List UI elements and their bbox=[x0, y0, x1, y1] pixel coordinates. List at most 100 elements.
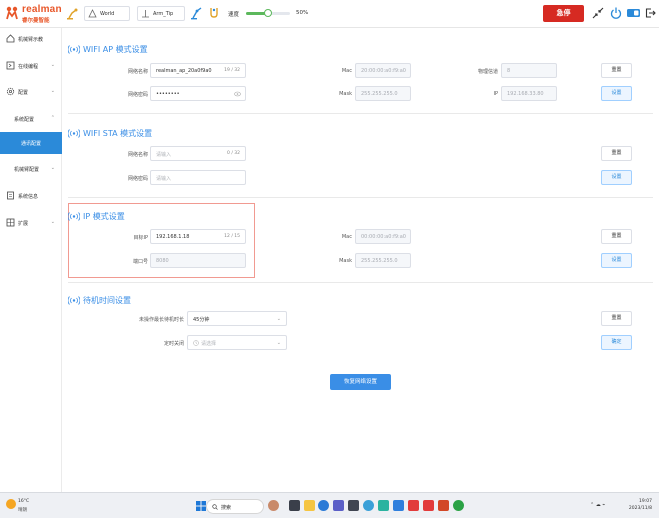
taskbar-clock[interactable]: 19:07 2023/11/8 bbox=[622, 498, 652, 512]
extension-icon bbox=[6, 218, 15, 227]
sta-password-input[interactable]: 请输入 bbox=[150, 170, 246, 185]
sidebar-item-communication-config[interactable]: 通讯配置 bbox=[0, 132, 62, 154]
timer-off-select[interactable]: 请选择 ⌄ bbox=[187, 335, 287, 350]
store-icon[interactable] bbox=[333, 500, 344, 511]
home-icon bbox=[6, 34, 15, 43]
power-icon[interactable] bbox=[609, 6, 623, 20]
ap-mask-field: 255.255.255.0 bbox=[355, 86, 411, 101]
sidebar-item-config[interactable]: 配置 ⌄ bbox=[0, 81, 62, 103]
app-icon[interactable] bbox=[393, 500, 404, 511]
app-icon[interactable] bbox=[378, 500, 389, 511]
gripper-icon[interactable] bbox=[207, 6, 221, 20]
logout-icon[interactable] bbox=[645, 6, 656, 20]
restore-network-settings-button[interactable]: 恢复网络设置 bbox=[330, 374, 391, 390]
ap-reset-button[interactable]: 重置 bbox=[601, 63, 632, 78]
sta-name-input[interactable]: 请输入 0 / 32 bbox=[150, 146, 246, 161]
sta-name-placeholder: 请输入 bbox=[156, 152, 172, 158]
browser-icon[interactable] bbox=[363, 500, 374, 511]
sidebar-item-teach[interactable]: 机械臂示教 bbox=[0, 28, 62, 50]
ip-set-button[interactable]: 设置 bbox=[601, 253, 632, 268]
ip-reset-button[interactable]: 重置 bbox=[601, 229, 632, 244]
target-ip-char-count: 12 / 15 bbox=[224, 234, 240, 239]
search-icon bbox=[212, 504, 218, 510]
sidebar-item-system-info[interactable]: 系统信息 bbox=[0, 185, 62, 207]
section-divider bbox=[68, 197, 653, 198]
wifi-sta-section-title: WIFI STA 模式设置 bbox=[68, 128, 152, 139]
system-tray-icons[interactable]: ⌃ ☁ ⌁ bbox=[590, 502, 605, 508]
eye-icon[interactable] bbox=[234, 91, 241, 97]
app-icon[interactable] bbox=[408, 500, 419, 511]
idle-duration-select[interactable]: 45分钟 ⌄ bbox=[187, 311, 287, 326]
logo-text: realman bbox=[22, 4, 62, 15]
tool-frame-icon bbox=[142, 10, 149, 18]
connection-toggle-icon[interactable] bbox=[626, 6, 641, 20]
task-view-icon[interactable] bbox=[289, 500, 300, 511]
ip-mode-section-title: IP 模式设置 bbox=[68, 211, 125, 222]
ap-mask-value: 255.255.255.0 bbox=[361, 91, 398, 97]
collapse-arrows-icon[interactable] bbox=[591, 6, 605, 20]
code-icon bbox=[6, 61, 15, 70]
ap-ip-field: 192.168.33.80 bbox=[501, 86, 557, 101]
chevron-down-icon: ⌄ bbox=[50, 62, 55, 68]
sidebar-item-label: 通讯配置 bbox=[21, 141, 42, 147]
file-explorer-icon[interactable] bbox=[304, 500, 315, 511]
chevron-down-icon: ⌄ bbox=[153, 11, 158, 17]
ap-password-input[interactable]: •••••••• bbox=[150, 86, 246, 101]
port-value: 8080 bbox=[156, 258, 169, 264]
ap-name-char-count: 19 / 32 bbox=[224, 68, 240, 73]
avatar-icon[interactable] bbox=[268, 500, 279, 511]
sta-reset-button[interactable]: 重置 bbox=[601, 146, 632, 161]
ap-password-value: •••••••• bbox=[156, 91, 180, 97]
edge-browser-icon[interactable] bbox=[318, 500, 329, 511]
wifi-signal-icon bbox=[68, 129, 80, 138]
ap-name-input[interactable]: realman_ap_20a0f9a0 19 / 32 bbox=[150, 63, 246, 78]
clock-date: 2023/11/8 bbox=[628, 506, 652, 511]
target-ip-input[interactable]: 192.168.1.18 12 / 15 bbox=[150, 229, 246, 244]
chevron-down-icon: ⌄ bbox=[100, 11, 105, 17]
clock-icon bbox=[193, 340, 199, 346]
sidebar-item-extension[interactable]: 扩展 ⌄ bbox=[0, 212, 62, 234]
robot-arm-icon[interactable] bbox=[66, 6, 80, 20]
chrome-icon[interactable] bbox=[453, 500, 464, 511]
ip-mac-field: 00:00:00:a0:f9:a0 bbox=[355, 229, 411, 244]
port-label: 端口号 bbox=[132, 259, 148, 265]
sidebar-item-label: 机械臂示教 bbox=[18, 37, 44, 43]
emergency-stop-button[interactable]: 急停 bbox=[543, 5, 584, 22]
sta-set-button[interactable]: 设置 bbox=[601, 170, 632, 185]
ap-mac-label: Mac bbox=[341, 68, 352, 74]
standby-reset-button[interactable]: 重置 bbox=[601, 311, 632, 326]
sta-password-placeholder: 请输入 bbox=[156, 176, 172, 182]
top-bar: realman 睿尔曼智能 World ⌄ Arm_Tip ⌄ 速度 50% 急… bbox=[0, 0, 659, 28]
sidebar-item-online-programming[interactable]: 在线编程 ⌄ bbox=[0, 55, 62, 77]
weather-desc: 晴朗 bbox=[18, 508, 27, 513]
tool-frame-select[interactable]: Arm_Tip ⌄ bbox=[137, 6, 185, 21]
coord-system-select[interactable]: World ⌄ bbox=[84, 6, 130, 21]
ap-password-label: 网络密码 bbox=[127, 92, 148, 98]
standby-confirm-button[interactable]: 确定 bbox=[601, 335, 632, 350]
drag-teach-icon[interactable] bbox=[190, 6, 204, 20]
target-ip-label: 目标IP bbox=[133, 235, 149, 241]
ap-ip-value: 192.168.33.80 bbox=[507, 91, 544, 97]
ap-set-button[interactable]: 设置 bbox=[601, 86, 632, 101]
clock-time: 19:07 bbox=[639, 499, 652, 504]
sidebar-item-arm-config[interactable]: 机械臂配置 ⌄ bbox=[0, 158, 62, 180]
speed-slider-handle[interactable] bbox=[264, 9, 272, 17]
chevron-down-icon: ⌄ bbox=[276, 340, 281, 346]
app-icon[interactable] bbox=[438, 500, 449, 511]
timer-off-label: 定时关闭 bbox=[163, 341, 184, 347]
ap-channel-label: 物理信道 bbox=[477, 69, 498, 75]
weather-widget[interactable]: 16°C 晴朗 bbox=[6, 497, 46, 515]
speed-slider[interactable] bbox=[246, 9, 290, 17]
taskbar-search[interactable]: 搜索 bbox=[206, 499, 264, 514]
realman-logo: realman 睿尔曼智能 bbox=[6, 4, 64, 24]
windows-start-icon[interactable] bbox=[196, 501, 206, 511]
app-icon[interactable] bbox=[348, 500, 359, 511]
ap-name-label: 网络名称 bbox=[127, 69, 148, 75]
chevron-down-icon: ⌄ bbox=[50, 88, 55, 94]
speed-value: 50% bbox=[296, 10, 309, 16]
wps-icon[interactable] bbox=[423, 500, 434, 511]
sta-name-label: 网络名称 bbox=[127, 152, 148, 158]
ip-mac-value: 00:00:00:a0:f9:a0 bbox=[361, 234, 406, 240]
chevron-down-icon: ⌄ bbox=[50, 219, 55, 225]
sidebar-item-system-config[interactable]: 系统配置 ⌃ bbox=[0, 108, 62, 130]
